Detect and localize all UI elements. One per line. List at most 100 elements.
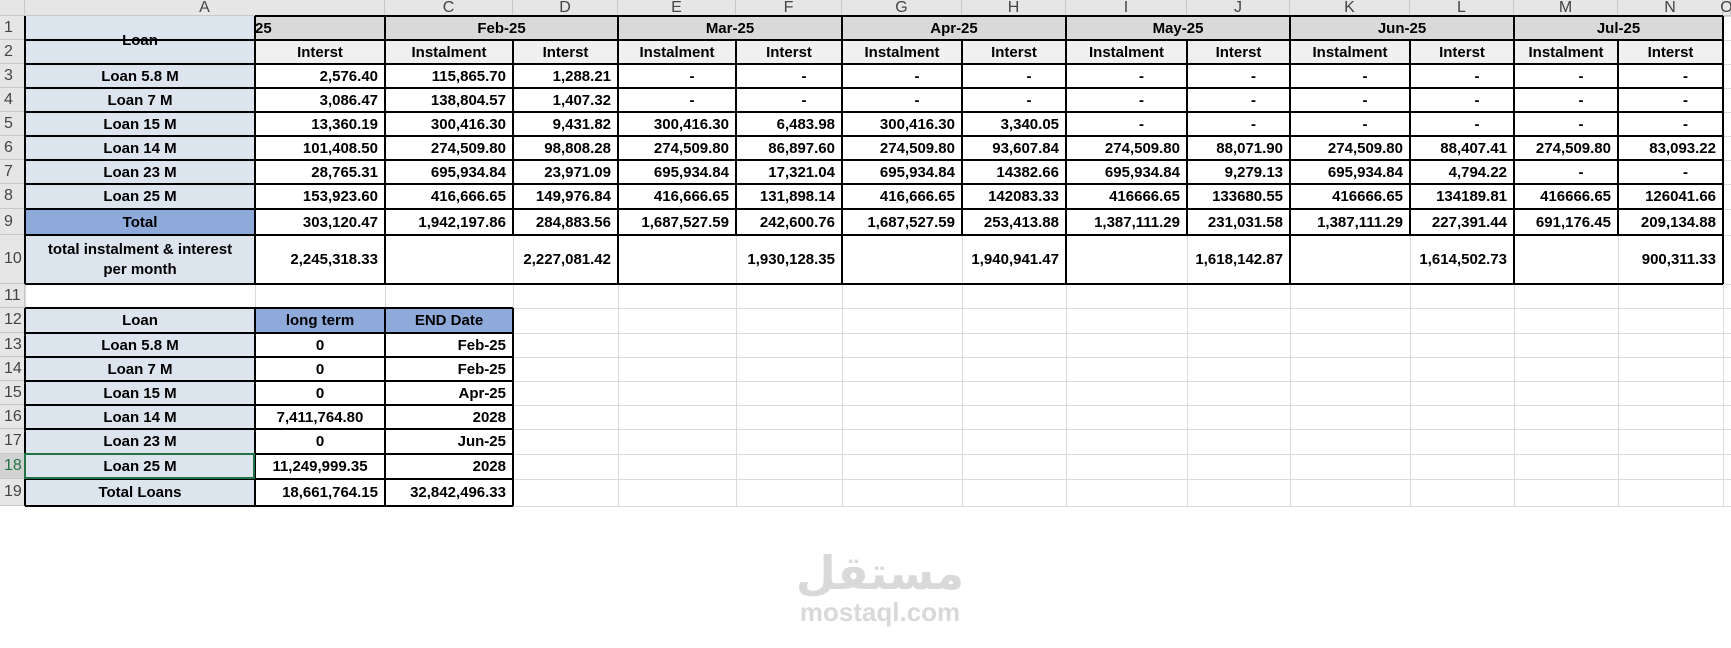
sub-header-cell[interactable]: Instalment <box>1290 40 1410 64</box>
row-header-19[interactable]: 19 <box>0 479 25 506</box>
data-cell[interactable]: 695,934.84 <box>1290 160 1410 184</box>
column-header-j[interactable]: J <box>1187 0 1290 16</box>
data-cell[interactable]: 300,416.30 <box>842 112 962 136</box>
data-cell[interactable]: 115,865.70 <box>385 64 513 88</box>
total-cell[interactable]: 691,176.45 <box>1514 209 1618 235</box>
summary-long-term-cell[interactable]: 0 <box>255 357 385 381</box>
per-month-total-cell[interactable]: 2,245,318.33 <box>255 235 385 284</box>
data-cell[interactable]: - <box>1066 64 1187 88</box>
month-header-cell[interactable]: Apr-25 <box>842 16 1066 40</box>
summary-loan-cell[interactable]: Loan 14 M <box>25 405 255 429</box>
row-header-3[interactable]: 3 <box>0 64 25 88</box>
data-cell[interactable]: 14382.66 <box>962 160 1066 184</box>
row-header-10[interactable]: 10 <box>0 235 25 284</box>
sub-header-cell[interactable]: Interst <box>962 40 1066 64</box>
data-cell[interactable]: 274,509.80 <box>385 136 513 160</box>
data-cell[interactable]: 142083.33 <box>962 184 1066 209</box>
summary-long-term-cell[interactable]: 7,411,764.80 <box>255 405 385 429</box>
per-month-total-cell[interactable]: 1,940,941.47 <box>842 235 1066 284</box>
data-cell[interactable]: - <box>842 88 962 112</box>
summary-long-term-cell[interactable]: 0 <box>255 333 385 357</box>
summary-total-end-date-cell[interactable]: 32,842,496.33 <box>385 479 513 506</box>
data-cell[interactable]: 274,509.80 <box>842 136 962 160</box>
loan-label-cell[interactable]: Loan 7 M <box>25 88 255 112</box>
loan-label-cell[interactable]: Loan 5.8 M <box>25 64 255 88</box>
sub-header-cell[interactable]: Interst <box>255 40 385 64</box>
data-cell[interactable]: - <box>1618 64 1723 88</box>
total-cell[interactable]: 242,600.76 <box>736 209 842 235</box>
data-cell[interactable]: 300,416.30 <box>618 112 736 136</box>
month-header-cell[interactable]: Jun-25 <box>1290 16 1514 40</box>
per-month-total-cell[interactable]: 1,614,502.73 <box>1290 235 1514 284</box>
summary-end-date-cell[interactable]: 2028 <box>385 454 513 479</box>
row-header-15[interactable]: 15 <box>0 381 25 405</box>
data-cell[interactable]: - <box>1066 112 1187 136</box>
data-cell[interactable]: - <box>1618 88 1723 112</box>
data-cell[interactable]: 86,897.60 <box>736 136 842 160</box>
column-header-i[interactable]: I <box>1066 0 1187 16</box>
summary-total-label-cell[interactable]: Total Loans <box>25 479 255 506</box>
data-cell[interactable]: 416,666.65 <box>618 184 736 209</box>
data-cell[interactable]: 274,509.80 <box>1290 136 1410 160</box>
data-cell[interactable]: 416666.65 <box>1066 184 1187 209</box>
total-cell[interactable]: 1,687,527.59 <box>842 209 962 235</box>
sub-header-cell[interactable]: Interst <box>513 40 618 64</box>
data-cell[interactable]: - <box>1514 64 1618 88</box>
per-month-label-cell[interactable]: total instalment & interest per month <box>25 235 255 284</box>
data-cell[interactable]: 134189.81 <box>1410 184 1514 209</box>
data-cell[interactable]: 88,071.90 <box>1187 136 1290 160</box>
loan-label-cell[interactable]: Loan 15 M <box>25 112 255 136</box>
data-cell[interactable]: - <box>1187 88 1290 112</box>
data-cell[interactable]: 6,483.98 <box>736 112 842 136</box>
row-header-9[interactable]: 9 <box>0 209 25 235</box>
month-header-cell[interactable]: Mar-25 <box>618 16 842 40</box>
data-cell[interactable]: - <box>1410 64 1514 88</box>
data-cell[interactable]: 88,407.41 <box>1410 136 1514 160</box>
data-cell[interactable]: 1,288.21 <box>513 64 618 88</box>
summary-loan-cell[interactable]: Loan 7 M <box>25 357 255 381</box>
data-cell[interactable]: - <box>1187 64 1290 88</box>
summary-end-date-cell[interactable]: Feb-25 <box>385 333 513 357</box>
sub-header-cell[interactable]: Instalment <box>618 40 736 64</box>
total-cell[interactable]: 284,883.56 <box>513 209 618 235</box>
data-cell[interactable]: 126041.66 <box>1618 184 1723 209</box>
per-month-total-cell[interactable]: 1,618,142.87 <box>1066 235 1290 284</box>
sub-header-cell[interactable]: Instalment <box>385 40 513 64</box>
row-header-12[interactable]: 12 <box>0 308 25 333</box>
summary-long-term-cell[interactable]: 0 <box>255 429 385 454</box>
per-month-total-cell[interactable]: 2,227,081.42 <box>385 235 618 284</box>
summary-header-cell[interactable]: long term <box>255 308 385 333</box>
summary-end-date-cell[interactable]: 2028 <box>385 405 513 429</box>
sub-header-cell[interactable]: Interst <box>736 40 842 64</box>
row-header-1[interactable]: 1 <box>0 16 25 40</box>
summary-loan-cell[interactable]: Loan 23 M <box>25 429 255 454</box>
column-header-g[interactable]: G <box>842 0 962 16</box>
month-header-cell[interactable]: Feb-25 <box>385 16 618 40</box>
month-header-cell[interactable]: 25 <box>255 16 385 40</box>
per-month-total-cell[interactable]: 1,930,128.35 <box>618 235 842 284</box>
summary-end-date-cell[interactable]: Apr-25 <box>385 381 513 405</box>
loan-label-cell[interactable]: Loan 25 M <box>25 184 255 209</box>
data-cell[interactable]: 3,340.05 <box>962 112 1066 136</box>
data-cell[interactable]: - <box>1514 160 1618 184</box>
total-cell[interactable]: 227,391.44 <box>1410 209 1514 235</box>
sub-header-cell[interactable]: Instalment <box>1066 40 1187 64</box>
loan-label-cell[interactable]: Loan 14 M <box>25 136 255 160</box>
data-cell[interactable]: 416,666.65 <box>385 184 513 209</box>
sub-header-cell[interactable]: Interst <box>1410 40 1514 64</box>
row-header-16[interactable]: 16 <box>0 405 25 429</box>
total-cell[interactable]: 303,120.47 <box>255 209 385 235</box>
row-header-5[interactable]: 5 <box>0 112 25 136</box>
data-cell[interactable]: 138,804.57 <box>385 88 513 112</box>
data-cell[interactable]: 416666.65 <box>1290 184 1410 209</box>
data-cell[interactable]: 9,279.13 <box>1187 160 1290 184</box>
column-header-k[interactable]: K <box>1290 0 1410 16</box>
data-cell[interactable]: 274,509.80 <box>618 136 736 160</box>
column-header-c[interactable]: C <box>385 0 513 16</box>
data-cell[interactable]: - <box>736 88 842 112</box>
data-cell[interactable]: 23,971.09 <box>513 160 618 184</box>
column-header-o[interactable]: O <box>1720 0 1731 16</box>
total-cell[interactable]: 1,687,527.59 <box>618 209 736 235</box>
per-month-total-cell[interactable]: 900,311.33 <box>1514 235 1723 284</box>
column-header-h[interactable]: H <box>962 0 1066 16</box>
